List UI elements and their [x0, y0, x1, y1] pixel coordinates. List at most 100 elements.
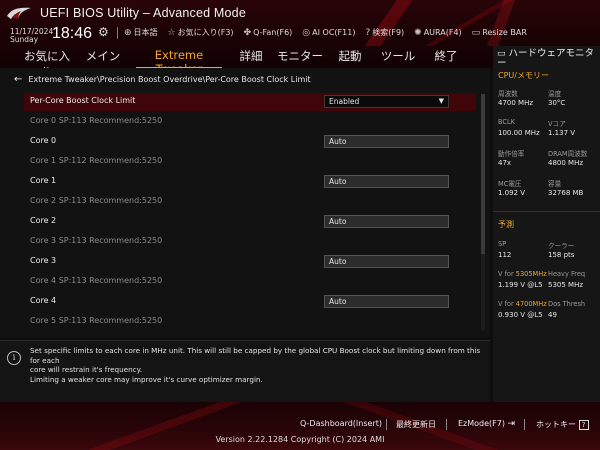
tool-star[interactable]: ☆ お気に入り(F3): [168, 27, 234, 38]
sp-value: 112: [498, 251, 512, 259]
main-panel: ← Extreme Tweaker\Precision Boost Overdr…: [0, 68, 490, 338]
menu-tab-0[interactable]: お気に入り: [20, 46, 74, 68]
scrollbar-thumb[interactable]: [481, 94, 485, 254]
menu-tab-6[interactable]: ツール: [376, 46, 420, 68]
cpu-metric-label: MC電圧: [498, 180, 522, 188]
per-core-boost-limit-select[interactable]: Enabled ▼: [324, 95, 449, 108]
menu-tab-7[interactable]: 終了: [428, 46, 464, 68]
day-text: Sunday: [10, 35, 39, 44]
version-copyright: Version 2.22.1284 Copyright (C) 2024 AMI: [215, 435, 385, 444]
per-core-boost-limit-value: Enabled: [329, 97, 360, 106]
footer-bar: Q-Dashboard(Insert) 最終更新日 EzMode(F7) ⇥ ホ…: [0, 402, 600, 450]
help-line-3: Limiting a weaker core may improve it's …: [30, 374, 263, 384]
dos-thresh-label: Dos Thresh: [548, 300, 586, 308]
core-setting-row[interactable]: Core 2 Auto: [24, 213, 480, 231]
settings-gear-icon[interactable]: ⚙: [98, 25, 109, 39]
cpu-metric-value: 4700 MHz: [498, 99, 534, 107]
aura-icon: ✺: [414, 27, 422, 38]
breadcrumb: ← Extreme Tweaker\Precision Boost Overdr…: [14, 74, 311, 85]
core-limit-input[interactable]: Auto: [324, 255, 449, 268]
v-for-heavy-value: 1.199 V @L5: [498, 281, 543, 289]
help-panel: i Set specific limits to each core in MH…: [0, 340, 490, 402]
core-limit-input[interactable]: Auto: [324, 175, 449, 188]
app-title: UEFI BIOS Utility – Advanced Mode: [40, 6, 246, 20]
tool-search[interactable]: ? 検索(F9): [365, 27, 404, 38]
footer-divider: [386, 419, 387, 430]
cpu-metric-label2: Vコア: [548, 120, 566, 128]
scrollbar[interactable]: [481, 94, 485, 330]
core-info-text: Core 1 SP:112 Recommend:5250: [30, 156, 163, 165]
menu-tab-4[interactable]: モニター: [276, 46, 324, 68]
breadcrumb-path: Extreme Tweaker\Precision Boost Overdriv…: [28, 75, 311, 84]
core-info-row: Core 0 SP:113 Recommend:5250: [24, 113, 480, 131]
core-limit-input[interactable]: Auto: [324, 295, 449, 308]
footer-divider: [524, 419, 525, 430]
core-limit-input[interactable]: Auto: [324, 215, 449, 228]
fan-icon: ✤: [243, 27, 252, 38]
menu-tab-5[interactable]: 起動: [332, 46, 368, 68]
cpu-metric-value2: 30°C: [548, 99, 566, 107]
header-divider: [117, 27, 118, 39]
hardware-monitor-panel: ▭ ハードウェアモニター CPU/メモリー 周波数 4700 MHz 温度 30°C B…: [493, 46, 600, 402]
tool-fan[interactable]: ✤ Q-Fan(F6): [244, 27, 293, 38]
menu-tab-2[interactable]: Extreme Tweaker: [132, 46, 226, 68]
header-decoration: [240, 0, 600, 46]
cpu-metric-value2: 1.137 V: [548, 129, 576, 137]
tool-label: AURA(F4): [423, 28, 462, 37]
core-label: Core 0: [30, 136, 57, 145]
core-info-row: Core 4 SP:113 Recommend:5250: [24, 273, 480, 291]
cpu-metric-value2: 4800 MHz: [548, 159, 584, 167]
tool-globe[interactable]: ⊕ 日本語: [124, 27, 158, 38]
search-icon: ?: [365, 27, 371, 38]
ai-icon: ◎: [302, 27, 311, 38]
cpu-metric-label2: 温度: [548, 90, 562, 98]
resize-icon: ▭: [471, 27, 481, 38]
help-question-icon: ?: [578, 420, 589, 430]
core-limit-input[interactable]: Auto: [324, 135, 449, 148]
star-icon: ☆: [167, 27, 176, 38]
dropdown-caret-icon: ▼: [438, 97, 444, 105]
tool-ai[interactable]: ◎ AI OC(F11): [302, 27, 355, 38]
core-label: Core 1: [30, 176, 57, 185]
menu-tab-1[interactable]: メイン: [82, 46, 124, 68]
core-label: Core 4: [30, 296, 57, 305]
per-core-boost-limit-row[interactable]: Per-Core Boost Clock Limit Enabled ▼: [24, 93, 476, 111]
tool-label: お気に入り(F3): [177, 28, 234, 37]
tool-label: Resize BAR: [482, 28, 527, 37]
core-setting-row[interactable]: Core 3 Auto: [24, 253, 480, 271]
tool-aura[interactable]: ✺ AURA(F4): [414, 27, 462, 38]
core-setting-row[interactable]: Core 0 Auto: [24, 133, 480, 151]
v-for-light-value: 0.930 V @L5: [498, 311, 543, 319]
globe-icon: ⊕: [124, 27, 132, 38]
back-arrow-icon[interactable]: ←: [14, 74, 22, 85]
footer-divider: [446, 419, 447, 430]
menu-tab-3[interactable]: 詳細: [234, 46, 268, 68]
core-info-row: Core 5 SP:113 Recommend:5250: [24, 313, 480, 331]
core-setting-row[interactable]: Core 1 Auto: [24, 173, 480, 191]
core-info-text: Core 5 SP:113 Recommend:5250: [30, 316, 163, 325]
cpu-metric-value: 1.092 V: [498, 189, 526, 197]
header-toolbar: ⊕ 日本語 ☆ お気に入り(F3) ✤ Q-Fan(F6) ◎ AI OC(F11)? 検索(F…: [124, 27, 527, 38]
core-label: Core 2: [30, 216, 57, 225]
cpu-memory-section-title: CPU/メモリー: [498, 71, 549, 80]
v-for-light-label: V for 4700MHz: [498, 300, 547, 308]
cpu-metric-value: 100.00 MHz: [498, 129, 540, 137]
cooler-value: 158 pts: [548, 251, 575, 259]
q-dashboard-button[interactable]: Q-Dashboard(Insert): [300, 419, 382, 428]
core-info-row: Core 2 SP:113 Recommend:5250: [24, 193, 480, 211]
hotkey-button[interactable]: ホットキー ?: [536, 419, 589, 430]
core-label: Core 3: [30, 256, 57, 265]
predict-section-title: 予測: [498, 220, 514, 229]
heavy-freq-label: Heavy Freq: [548, 270, 586, 278]
core-info-row: Core 1 SP:112 Recommend:5250: [24, 153, 480, 171]
tool-label: AI OC(F11): [312, 28, 356, 37]
core-info-row: Core 3 SP:113 Recommend:5250: [24, 233, 480, 251]
ezmode-button[interactable]: EzMode(F7) ⇥: [458, 419, 515, 429]
tool-resize[interactable]: ▭ Resize BAR: [472, 27, 527, 38]
tool-label: 検索(F9): [372, 28, 405, 37]
per-core-boost-limit-label: Per-Core Boost Clock Limit: [30, 96, 136, 105]
exit-icon: ⇥: [507, 419, 516, 429]
info-icon: i: [7, 351, 21, 365]
core-setting-row[interactable]: Core 4 Auto: [24, 293, 480, 311]
last-modified-button[interactable]: 最終更新日: [396, 419, 436, 430]
